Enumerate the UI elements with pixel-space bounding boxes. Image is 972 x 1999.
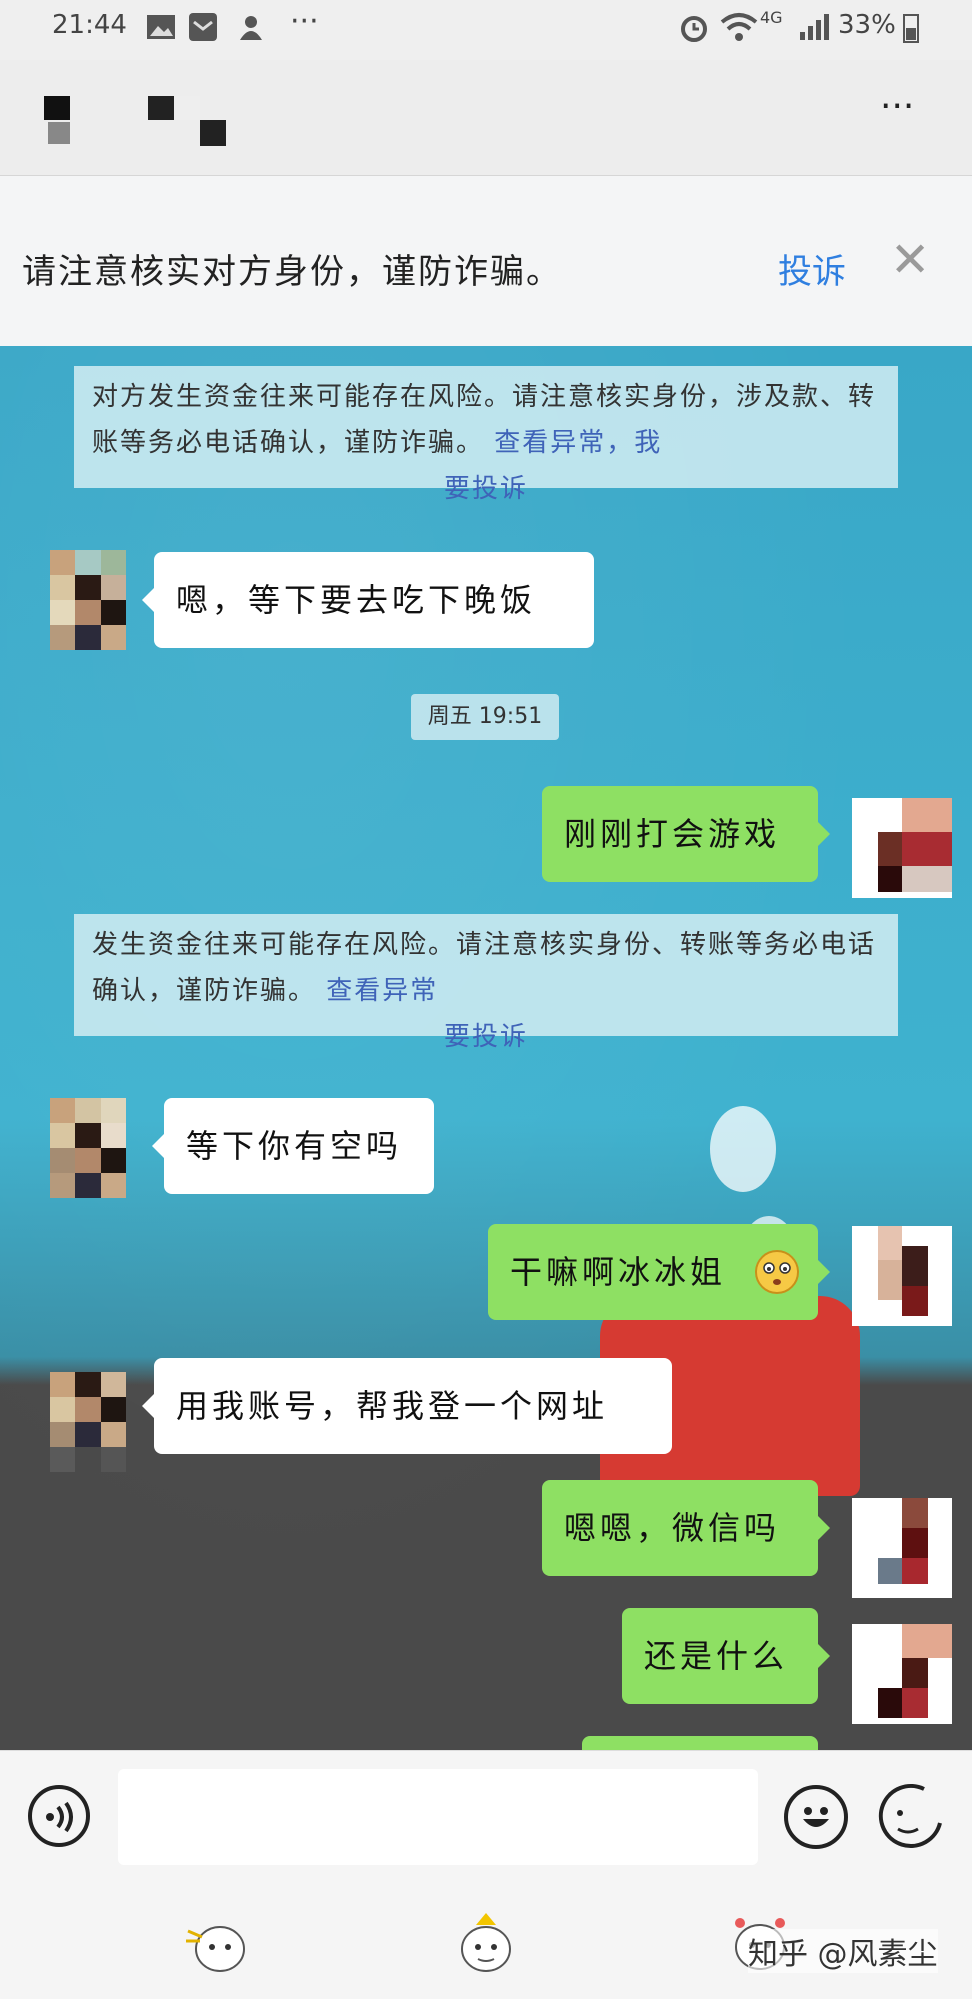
message-bubble-outgoing-partial — [582, 1736, 818, 1750]
view-abnormal-link[interactable]: 查看异常 — [326, 976, 438, 1006]
input-bar: 知乎 @风素尘 — [0, 1750, 972, 1999]
emoji-button[interactable] — [784, 1785, 848, 1849]
report-link[interactable]: 要投诉 — [92, 1014, 880, 1060]
contact-avatar[interactable] — [50, 550, 126, 650]
signal-icon — [800, 14, 829, 40]
message-bubble-outgoing[interactable]: 还是什么 — [622, 1608, 830, 1704]
my-avatar[interactable] — [852, 1498, 952, 1598]
network-type: 4G — [760, 8, 783, 27]
contact-name-pixelated — [148, 96, 228, 148]
sticker-icon[interactable] — [184, 1919, 248, 1975]
voice-input-button[interactable] — [28, 1785, 90, 1847]
chat-area[interactable]: 对方发生资金往来可能存在风险。请注意核实身份，涉及款、转账等务必电话确认，谨防诈… — [0, 346, 972, 1750]
risk-notice: 对方发生资金往来可能存在风险。请注意核实身份，涉及款、转账等务必电话确认，谨防诈… — [74, 366, 898, 504]
risk-notice-text: 发生资金往来可能存在风险。请注意核实身份、转账等务必电话确认，谨防诈骗。 — [92, 930, 877, 1006]
message-bubble-outgoing[interactable]: 干嘛啊冰冰姐 — [488, 1224, 830, 1320]
battery-percent: 33% — [838, 10, 896, 40]
message-input[interactable] — [118, 1769, 758, 1865]
fraud-warning-banner: 请注意核实对方身份，谨防诈骗。 投诉 ✕ — [0, 176, 972, 346]
my-avatar[interactable] — [852, 1226, 952, 1326]
watermark: 知乎 @风素尘 — [748, 1929, 938, 1973]
message-bubble-incoming[interactable]: 等下你有空吗 — [152, 1098, 434, 1194]
message-bubble-outgoing[interactable]: 刚刚打会游戏 — [542, 786, 830, 882]
my-avatar[interactable] — [852, 798, 952, 898]
report-link[interactable]: 要投诉 — [92, 466, 880, 512]
confused-emoji-icon — [755, 1250, 799, 1294]
risk-notice-text: 对方发生资金往来可能存在风险。请注意核实身份，涉及款、转账等务必电话确认，谨防诈… — [92, 382, 877, 458]
image-icon — [147, 15, 175, 39]
sticker-icon[interactable] — [456, 1911, 516, 1975]
message-bubble-incoming[interactable]: 用我账号，帮我登一个网址 — [142, 1358, 672, 1454]
message-timestamp: 周五 19:51 — [411, 694, 559, 740]
mail-icon — [189, 13, 217, 41]
view-abnormal-link[interactable]: 查看异常，我 — [494, 428, 662, 458]
app-notification-icon — [240, 16, 262, 40]
my-avatar[interactable] — [852, 1624, 952, 1724]
alarm-icon — [681, 16, 707, 42]
clock: 21:44 — [52, 10, 127, 40]
message-bubble-outgoing[interactable]: 嗯嗯，微信吗 — [542, 1480, 830, 1576]
complaint-link[interactable]: 投诉 — [778, 244, 846, 293]
plus-more-button[interactable] — [876, 1783, 944, 1853]
battery-icon — [903, 14, 919, 43]
message-text: 干嘛啊冰冰姐 — [510, 1253, 727, 1291]
chat-header: ··· — [0, 60, 972, 176]
more-notifications-icon: ··· — [290, 4, 319, 39]
close-banner-button[interactable]: ✕ — [890, 236, 930, 284]
message-bubble-incoming[interactable]: 嗯，等下要去吃下晚饭 — [142, 552, 594, 648]
fraud-warning-text: 请注意核实对方身份，谨防诈骗。 — [22, 252, 562, 292]
voice-icon — [46, 1801, 73, 1833]
risk-notice: 发生资金往来可能存在风险。请注意核实身份、转账等务必电话确认，谨防诈骗。 查看异… — [74, 914, 898, 1052]
status-bar: 21:44 ··· 4G 33% — [0, 0, 972, 60]
contact-avatar[interactable] — [50, 1098, 126, 1198]
wifi-icon — [720, 13, 758, 41]
smile-icon — [803, 1807, 829, 1827]
contact-avatar[interactable] — [50, 1372, 126, 1472]
back-button[interactable] — [38, 96, 78, 146]
more-menu-button[interactable]: ··· — [880, 86, 914, 127]
